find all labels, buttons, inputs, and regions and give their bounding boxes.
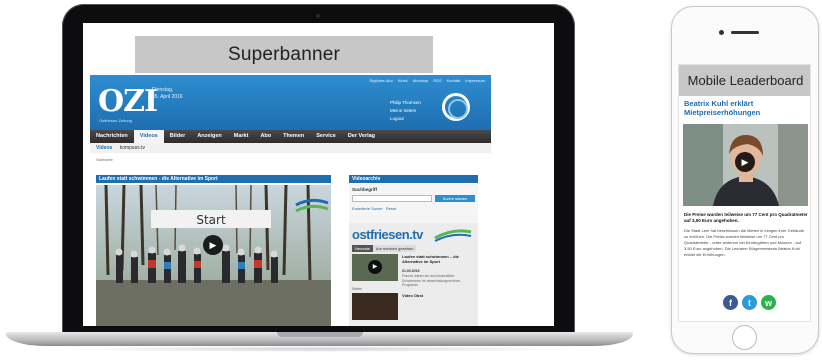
laptop-base — [6, 332, 633, 346]
search-links: Erweiterte Suche Reset — [352, 206, 396, 211]
ostfriesen-tv-box: ostfriesen.tv Neueste Am meisten gesehen… — [349, 223, 478, 326]
article-body: Die Stadt Leer hat beschlossen die Miete… — [684, 228, 805, 257]
start-banner-text: Start — [196, 213, 226, 227]
logout-link[interactable]: Logout — [390, 115, 434, 123]
mobile-video-player[interactable]: ▶ — [683, 124, 808, 206]
item-date: 01.03.2016 — [402, 269, 420, 273]
utility-link[interactable]: Kiosk — [398, 78, 408, 83]
item-title[interactable]: Laufen statt schwimmen – die Alternative… — [402, 254, 474, 264]
user-profile-link[interactable]: Meine Seiten — [390, 107, 434, 115]
more-label[interactable]: Sehen — [352, 287, 362, 291]
twitter-icon[interactable]: t — [742, 295, 757, 310]
nav-item-themen[interactable]: Themen — [277, 130, 310, 143]
play-icon[interactable]: ▶ — [368, 260, 382, 274]
date-weekday: Dienstag, — [152, 87, 174, 93]
mobile-leaderboard-ad[interactable]: Mobile Leaderboard — [679, 65, 810, 96]
play-icon[interactable]: ▶ — [735, 152, 755, 172]
ostfriesen-wave-icon — [434, 229, 472, 242]
ostfriesen-logo[interactable]: ostfriesen.tv — [352, 227, 423, 242]
utility-link[interactable]: Kontakt — [447, 78, 461, 83]
utility-link[interactable]: Impressum — [465, 78, 485, 83]
nav-item-nachrichten[interactable]: Nachrichten — [90, 130, 134, 143]
user-avatar-ring-icon[interactable] — [442, 93, 470, 121]
utility-link[interactable]: RSS — [433, 78, 441, 83]
laptop-camera — [316, 14, 320, 18]
race-scene-image: Start — [96, 185, 331, 326]
item-title[interactable]: Video Obst — [402, 293, 474, 298]
site-logo[interactable]: OZI — [98, 87, 158, 117]
list-item[interactable]: ▶ Laufen statt schwimmen – die Alternati… — [352, 254, 475, 287]
nav-item-abo[interactable]: Abo — [254, 130, 277, 143]
nav-item-bilder[interactable]: Bilder — [164, 130, 192, 143]
nav-item-verlag[interactable]: Der Verlag — [342, 130, 381, 143]
sub-nav: Videos kompass.tv — [90, 143, 491, 153]
breadcrumb[interactable]: Startseite — [96, 157, 113, 162]
facebook-icon[interactable]: f — [723, 295, 738, 310]
nav-item-anzeigen[interactable]: Anzeigen — [191, 130, 227, 143]
user-box: Philip Thomsen Meine Seiten Logout — [390, 99, 434, 123]
date-day: 05. April 2016 — [152, 94, 183, 100]
phone-screen: Mobile Leaderboard Beatrix Kuhl erklärt … — [678, 64, 811, 322]
tab-most-viewed[interactable]: Am meisten gesehen — [372, 245, 417, 252]
news-website: Digitales Abo Kiosk Aboshop RSS Kontakt … — [90, 75, 491, 326]
utility-link[interactable]: Digitales Abo — [369, 78, 392, 83]
phone-speaker — [731, 31, 759, 34]
reset-link[interactable]: Reset — [386, 206, 396, 211]
laptop-notch — [277, 332, 363, 337]
video-search-box: Suchbegriff Suche starten Erweiterte Suc… — [349, 184, 478, 224]
laptop-screen: Superbanner Digitales Abo Kiosk Aboshop … — [83, 23, 554, 326]
advanced-search-link[interactable]: Erweiterte Suche — [352, 206, 382, 211]
video-thumbnail[interactable]: ▶ — [352, 254, 398, 281]
laptop-shadow — [60, 346, 580, 352]
subnav-kompass[interactable]: kompass.tv — [120, 145, 145, 151]
article-caption: Die Preise wurden teilweise um 77 Cent p… — [684, 212, 808, 223]
nav-item-videos[interactable]: Videos — [133, 130, 164, 143]
subnav-videos[interactable]: Videos — [96, 145, 112, 151]
main-video-player[interactable]: Start ▶ — [96, 185, 331, 326]
item-text: Frauen waren ein durchschnittlich Schwim… — [402, 274, 461, 287]
main-nav: Nachrichten Videos Bilder Anzeigen Markt… — [90, 130, 491, 143]
search-button[interactable]: Suche starten — [435, 195, 475, 202]
search-label: Suchbegriff — [352, 187, 378, 192]
article-title[interactable]: Beatrix Kuhl erklärt Mietpreiserhöhungen — [684, 99, 809, 117]
nav-item-service[interactable]: Service — [310, 130, 342, 143]
video-thumbnail[interactable] — [352, 293, 398, 320]
user-name: Philip Thomsen — [390, 100, 421, 105]
sidebar-heading: Videoarchiv — [349, 175, 478, 183]
nav-item-markt[interactable]: Markt — [228, 130, 255, 143]
utility-link[interactable]: Aboshop — [413, 78, 429, 83]
list-item[interactable]: Video Obst — [352, 293, 475, 325]
tab-newest[interactable]: Neueste — [352, 245, 373, 252]
ostfriesen-tabs: Neueste Am meisten gesehen — [352, 245, 417, 252]
search-input[interactable] — [352, 195, 432, 202]
video-heading: Laufen statt schwimmen - die Alternative… — [96, 175, 331, 183]
whatsapp-icon[interactable]: w — [761, 295, 776, 310]
superbanner-ad[interactable]: Superbanner — [135, 36, 433, 73]
smartphone: Mobile Leaderboard Beatrix Kuhl erklärt … — [671, 6, 819, 354]
mockup-stage: Superbanner Digitales Abo Kiosk Aboshop … — [0, 0, 822, 363]
play-icon[interactable]: ▶ — [203, 235, 223, 255]
utility-links: Digitales Abo Kiosk Aboshop RSS Kontakt … — [369, 78, 485, 83]
header-date: Dienstag, 05. April 2016 — [152, 87, 192, 101]
phone-camera — [719, 30, 724, 35]
site-header: Digitales Abo Kiosk Aboshop RSS Kontakt … — [90, 75, 491, 130]
home-button[interactable] — [732, 325, 757, 350]
site-logo-subtitle: Ostfriesen-Zeitung — [99, 118, 132, 123]
